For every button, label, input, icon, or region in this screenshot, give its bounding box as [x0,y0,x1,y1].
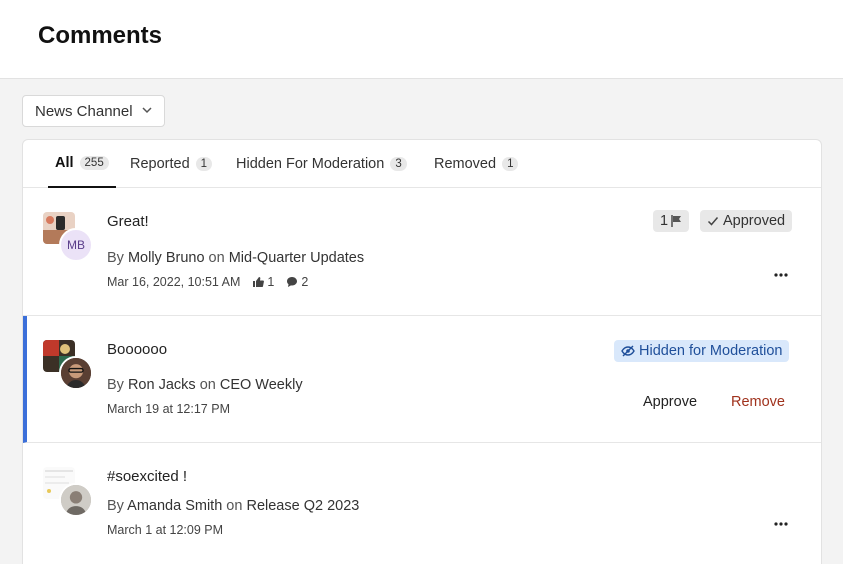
avatar-group [43,467,95,519]
avatar [59,356,93,390]
tab-label: All [55,155,74,171]
chevron-down-icon [142,107,152,114]
tab-bar: All 255 Reported 1 Hidden For Moderation… [23,140,821,188]
tab-count-badge: 1 [502,157,519,171]
comment-byline: By Amanda Smith on Release Q2 2023 [107,498,359,514]
more-horizontal-icon [774,273,788,277]
author-name[interactable]: Ron Jacks [128,377,196,393]
byline-on: on [199,377,216,393]
tab-all[interactable]: All 255 [48,140,116,188]
comment-meta: March 19 at 12:17 PM [107,402,230,416]
comment-text: Boooooo [107,341,168,358]
comment-date: March 1 at 12:09 PM [107,523,224,537]
page-header: Comments [0,0,843,79]
tab-count-badge: 255 [79,156,109,170]
tab-removed[interactable]: Removed 1 [434,140,519,188]
like-count: 1 [267,275,275,289]
channel-dropdown-label: News Channel [35,102,133,120]
post-title[interactable]: CEO Weekly [220,377,303,393]
comment-byline: By Ron Jacks on CEO Weekly [107,377,303,393]
author-name[interactable]: Amanda Smith [127,498,222,514]
comments-card: All 255 Reported 1 Hidden For Moderation… [22,139,822,564]
reply-stat: 2 [286,275,308,289]
page-title: Comments [38,22,163,49]
flag-count-badge: 1 [653,210,690,232]
more-options-button[interactable] [771,517,791,531]
tab-label: Hidden For Moderation [236,156,385,172]
comment-date: Mar 16, 2022, 10:51 AM [107,275,241,289]
tab-reported[interactable]: Reported 1 [130,140,213,188]
channel-dropdown[interactable]: News Channel [22,95,165,127]
flag-count: 1 [660,213,669,229]
comment-row[interactable]: #soexcited ! By Amanda Smith on Release … [23,443,821,564]
avatar: MB [59,228,93,262]
like-stat: 1 [252,275,274,289]
status-badge: Approved [700,210,793,232]
comment-row-selected[interactable]: Boooooo By Ron Jacks on CEO Weekly March… [23,316,821,443]
remove-button[interactable]: Remove [731,394,785,410]
thumbs-up-icon [253,277,265,287]
post-title[interactable]: Release Q2 2023 [246,498,359,514]
tab-label: Removed [434,156,497,172]
author-name[interactable]: Molly Bruno [128,250,205,266]
tab-label: Reported [130,156,190,172]
tab-count-badge: 1 [195,157,213,171]
more-options-button[interactable] [771,268,791,282]
byline-by: By [107,377,124,393]
comment-row[interactable]: MB Great! By Molly Bruno on Mid-Quarter … [23,188,821,316]
byline-on: on [208,250,225,266]
byline-by: By [107,498,124,514]
avatar-group: MB [43,212,95,264]
comment-text: Great! [107,213,149,230]
approve-button[interactable]: Approve [643,394,697,410]
comment-meta: March 1 at 12:09 PM [107,523,223,537]
comment-byline: By Molly Bruno on Mid-Quarter Updates [107,250,364,266]
status-label: Approved [723,213,786,229]
more-horizontal-icon [774,522,788,526]
byline-on: on [226,498,243,514]
flag-icon [671,215,682,227]
tab-hidden-for-moderation[interactable]: Hidden For Moderation 3 [236,140,407,188]
check-icon [707,217,719,226]
comment-meta: Mar 16, 2022, 10:51 AM 1 2 [107,275,308,289]
avatar [59,483,93,517]
post-title[interactable]: Mid-Quarter Updates [229,250,364,266]
comment-bubble-icon [287,277,298,287]
status-badge: Hidden for Moderation [614,340,790,362]
eye-off-icon [621,345,635,357]
comment-date: March 19 at 12:17 PM [107,402,230,416]
status-label: Hidden for Moderation [639,343,783,359]
byline-by: By [107,250,124,266]
avatar-initials: MB [67,238,85,252]
comment-text: #soexcited ! [107,468,188,485]
avatar-group [43,340,95,392]
reply-count: 2 [301,275,309,289]
tab-count-badge: 3 [390,157,407,171]
